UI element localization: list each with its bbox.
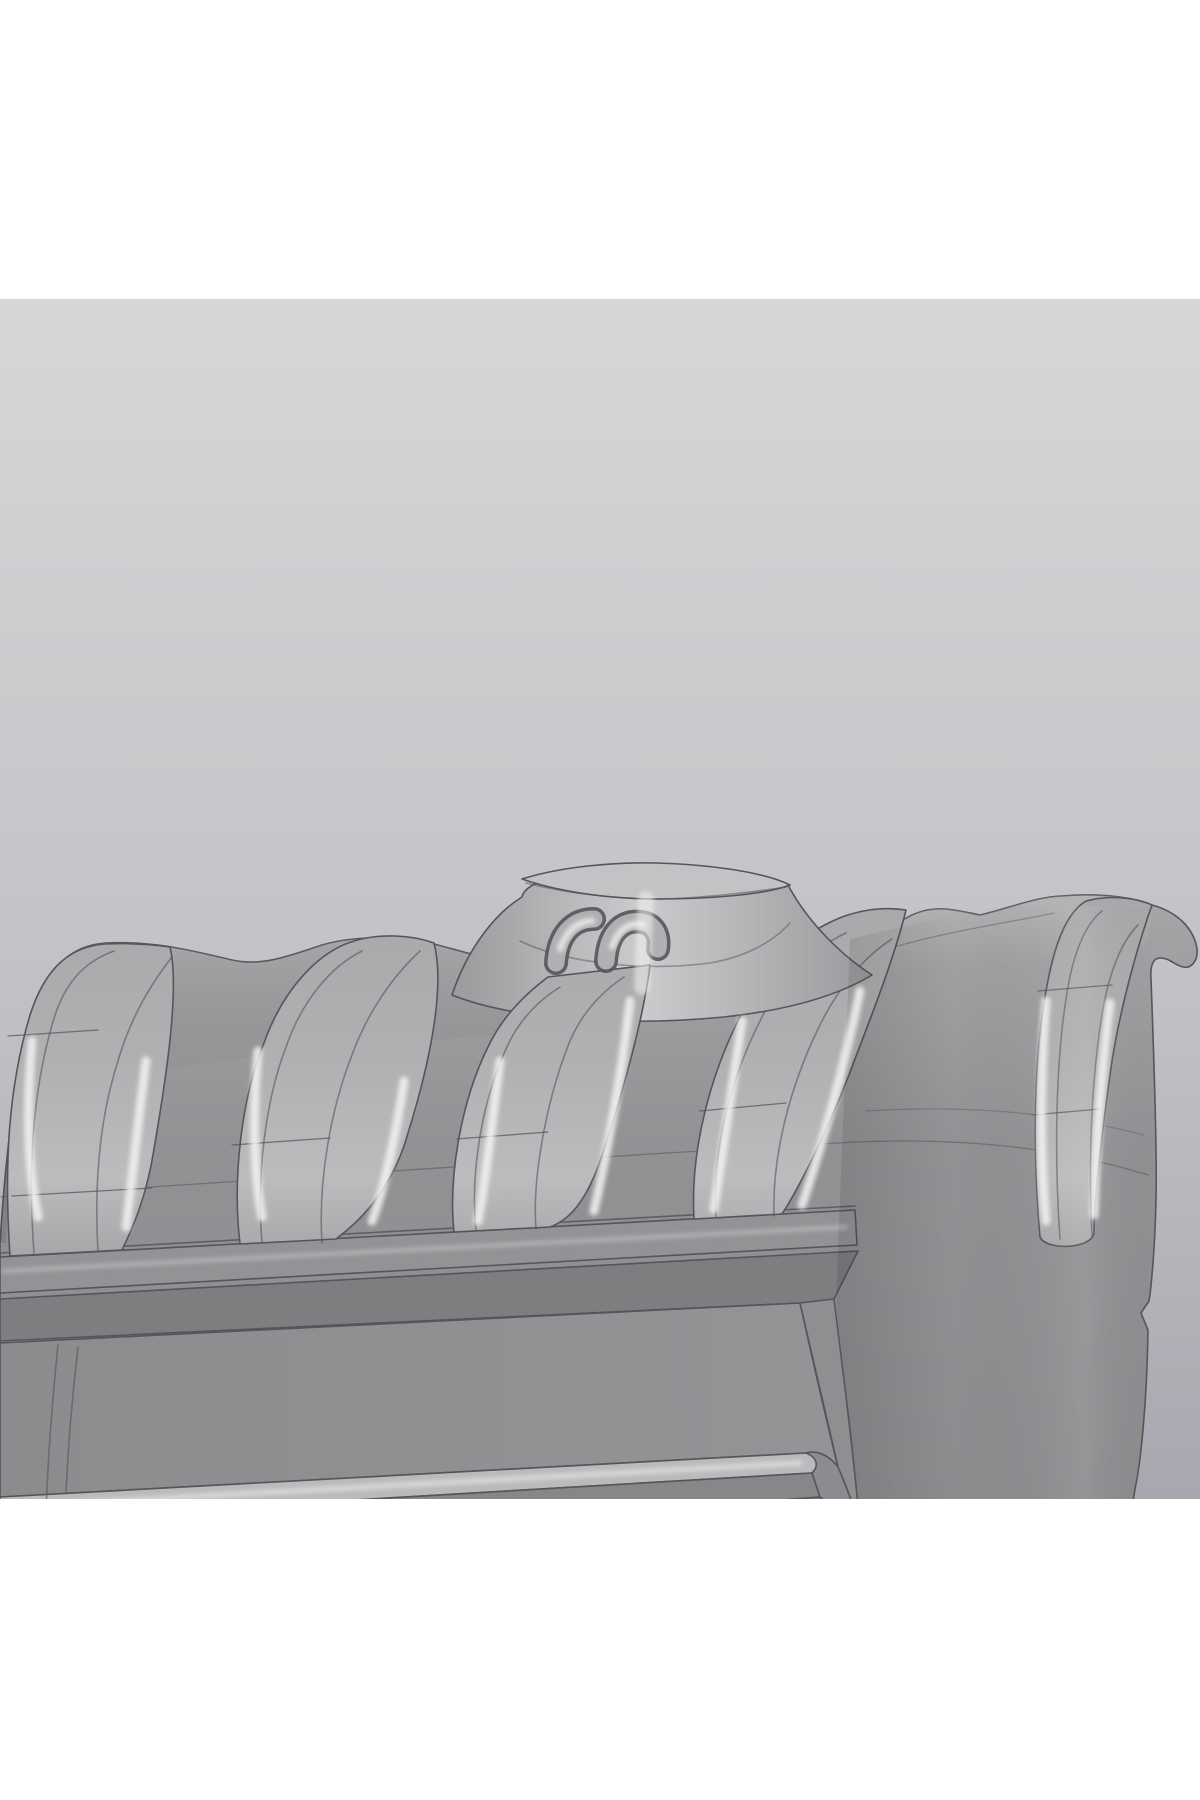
white-letterbox-top	[0, 0, 1200, 299]
cad-render-viewport	[0, 299, 1200, 1499]
tank-render-svg	[0, 299, 1200, 1499]
screenshot-root	[0, 0, 1200, 1800]
tank-model	[0, 863, 1197, 1499]
white-letterbox-bottom	[0, 1499, 1200, 1800]
right-face-shade	[836, 905, 1154, 1499]
